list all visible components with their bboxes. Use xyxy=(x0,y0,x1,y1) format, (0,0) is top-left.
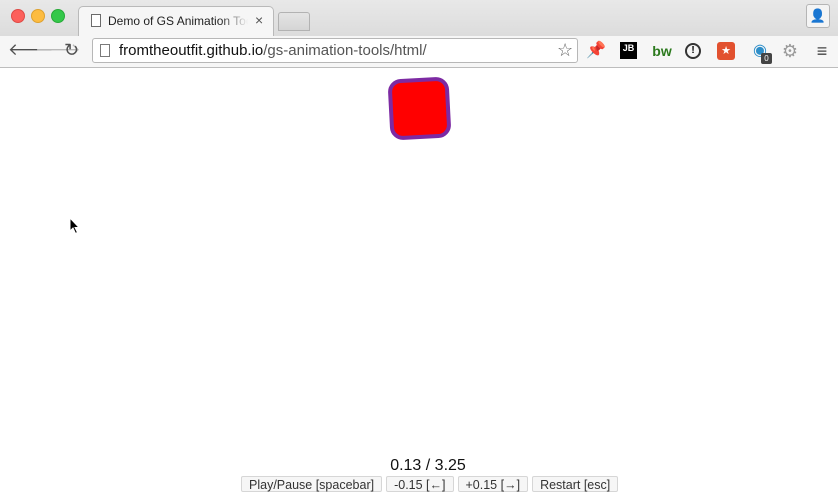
url-text[interactable]: fromtheoutfit.github.io/gs-animation-too… xyxy=(119,42,427,59)
reload-icon[interactable]: ↻ xyxy=(64,40,79,60)
step-back-button[interactable]: -0.15 [←] xyxy=(386,476,454,492)
step-forward-button[interactable]: +0.15 [→] xyxy=(457,476,529,492)
jetbrains-extension-icon[interactable]: JB xyxy=(620,42,637,59)
browser-tab[interactable]: Demo of GS Animation Tools × xyxy=(78,6,274,36)
ghostery-badge: 0 xyxy=(761,53,772,64)
new-tab-button[interactable] xyxy=(278,12,310,31)
profile-icon[interactable]: 👤 xyxy=(806,4,830,28)
animated-box xyxy=(387,76,452,141)
browser-toolbar: 🡐 🡒 ↻ fromtheoutfit.github.io/gs-animati… xyxy=(0,36,838,68)
page-icon xyxy=(100,44,110,57)
restart-button[interactable]: Restart [esc] xyxy=(532,476,619,492)
tab-close-icon[interactable]: × xyxy=(255,12,263,28)
pin-extension-icon[interactable]: 📌 xyxy=(586,41,606,61)
url-host: fromtheoutfit.github.io xyxy=(119,42,264,59)
play-pause-button[interactable]: Play/Pause [spacebar] xyxy=(241,476,383,492)
browser-titlebar: Demo of GS Animation Tools × 👤 xyxy=(0,0,838,36)
bookmark-star-icon[interactable]: ☆ xyxy=(557,40,573,61)
animation-controls: Play/Pause [spacebar] -0.15 [←] +0.15 [→… xyxy=(241,476,619,494)
window-minimize-button[interactable] xyxy=(31,9,45,23)
gear-extension-icon[interactable]: ⚙ xyxy=(780,41,800,61)
onepassword-extension-icon[interactable]: ! xyxy=(685,43,701,59)
address-bar[interactable]: fromtheoutfit.github.io/gs-animation-too… xyxy=(92,38,578,63)
page-content: 0.13 / 3.25 Play/Pause [spacebar] -0.15 … xyxy=(0,68,838,500)
red-extension-icon[interactable]: ★ xyxy=(717,42,735,60)
builtwith-extension-icon[interactable]: bw xyxy=(651,41,673,61)
window-maximize-button[interactable] xyxy=(51,9,65,23)
chrome-menu-icon[interactable]: ≡ xyxy=(812,41,832,61)
time-display: 0.13 / 3.25 xyxy=(390,457,466,474)
mouse-cursor-icon xyxy=(69,217,81,235)
url-path: /gs-animation-tools/html/ xyxy=(263,42,427,59)
page-icon xyxy=(91,14,101,27)
tab-title: Demo of GS Animation Tools xyxy=(108,14,248,28)
window-close-button[interactable] xyxy=(11,9,25,23)
